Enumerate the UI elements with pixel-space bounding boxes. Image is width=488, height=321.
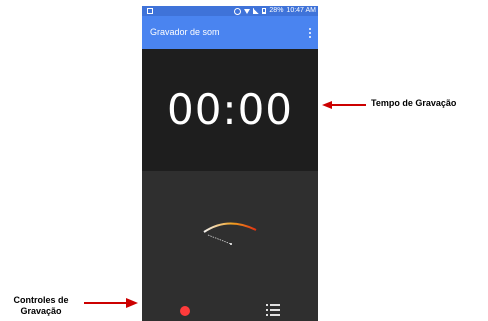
overflow-menu-icon[interactable] [309, 28, 312, 38]
timer-panel: 00:00 [142, 49, 318, 171]
battery-icon [262, 8, 267, 14]
level-meter [203, 222, 257, 245]
wifi-icon [244, 8, 251, 14]
notification-icon [147, 8, 153, 14]
recording-timer: 00:00 [166, 85, 294, 134]
screenshot: 28% 10:47 AM Gravador de som 00:00 Tempo… [0, 0, 488, 321]
battery-percentage: 28% [269, 7, 284, 14]
phone-screen: 28% 10:47 AM Gravador de som 00:00 [142, 6, 318, 321]
status-bar-indicators: 28% 10:47 AM [234, 6, 316, 16]
status-bar: 28% 10:47 AM [142, 6, 318, 16]
alarm-icon [234, 7, 242, 15]
level-meter-needle [207, 234, 232, 245]
recording-controls-arrow-icon [84, 298, 138, 308]
recording-controls-label-line1: Controles de [13, 295, 69, 305]
record-icon[interactable] [180, 306, 190, 316]
status-time: 10:47 AM [286, 7, 316, 14]
level-meter-pivot [230, 243, 232, 245]
signal-icon [253, 8, 260, 14]
app-bar: Gravador de som [142, 16, 318, 49]
recording-controls-label-line2: Gravação [20, 306, 62, 316]
recording-controls [142, 296, 318, 321]
recordings-list-icon[interactable] [266, 304, 280, 316]
recording-time-arrow-icon [322, 101, 366, 109]
level-meter-arc [203, 222, 257, 233]
recording-time-label: Tempo de Gravação [371, 98, 457, 108]
app-title: Gravador de som [150, 27, 220, 37]
recording-controls-label: Controles de Gravação [2, 295, 80, 317]
